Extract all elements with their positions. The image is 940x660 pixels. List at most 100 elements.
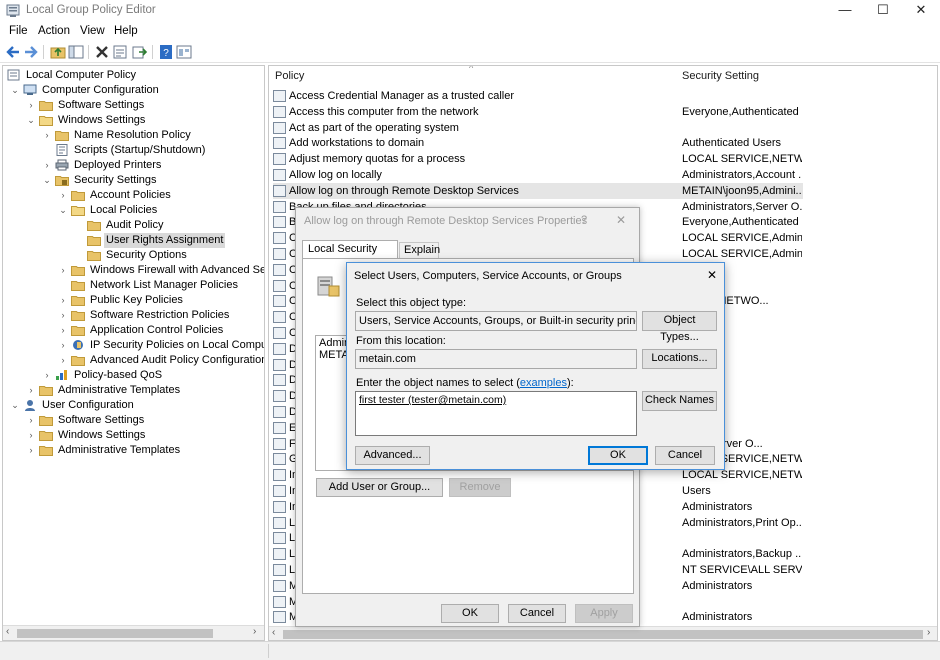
check-names-button[interactable]: Check Names (642, 391, 717, 411)
location-field: metain.com (355, 349, 637, 369)
scroll-left-icon[interactable]: ‹ (6, 626, 9, 637)
menu-bar: File Action View Help (0, 22, 940, 41)
tree-item-label: Administrative Templates (58, 444, 181, 456)
security-setting-value: Administrators (682, 579, 753, 592)
collapse-chevron-icon[interactable]: ⌄ (10, 83, 20, 98)
policy-setting-icon (273, 121, 286, 134)
collapse-chevron-icon[interactable]: ⌄ (26, 113, 36, 128)
object-names-textarea[interactable]: first tester (tester@metain.com) (355, 391, 637, 436)
expand-chevron-icon[interactable]: › (58, 308, 68, 323)
tree-item-label: Advanced Audit Policy Configuration (90, 354, 265, 366)
toolbar-separator (43, 45, 44, 59)
expand-chevron-icon[interactable]: › (26, 413, 36, 428)
expand-chevron-icon[interactable]: › (58, 353, 68, 368)
toolbar-separator (152, 45, 153, 59)
scrollbar-thumb[interactable] (17, 629, 213, 638)
policy-setting-icon (273, 469, 286, 482)
properties-apply-button[interactable]: Apply (575, 604, 633, 623)
menu-view[interactable]: View (80, 25, 105, 37)
tree-item-label: Application Control Policies (90, 324, 224, 336)
select-ok-button[interactable]: OK (588, 446, 648, 465)
tree-item-label: Software Settings (58, 414, 145, 426)
properties-cancel-button[interactable]: Cancel (508, 604, 566, 623)
show-hide-tree-icon[interactable] (68, 44, 84, 60)
expand-chevron-icon[interactable]: › (42, 128, 52, 143)
collapse-chevron-icon[interactable]: ⌄ (58, 203, 68, 218)
tree-horizontal-scrollbar[interactable]: ‹ › (3, 625, 264, 640)
expand-chevron-icon[interactable]: › (26, 383, 36, 398)
properties-icon[interactable] (112, 44, 128, 60)
add-user-or-group-button[interactable]: Add User or Group... (316, 478, 443, 497)
expand-chevron-icon[interactable]: › (42, 158, 52, 173)
scroll-left-icon[interactable]: ‹ (272, 627, 275, 638)
policy-setting-icon (273, 169, 286, 181)
expand-chevron-icon[interactable]: › (26, 428, 36, 443)
computer-policy-icon (7, 69, 21, 81)
collapse-chevron-icon[interactable]: ⌄ (42, 173, 52, 188)
help-icon[interactable]: ? (581, 214, 587, 226)
scroll-right-icon[interactable]: › (927, 627, 930, 638)
policy-setting-icon (273, 232, 286, 245)
help-book-icon[interactable]: ? (158, 44, 174, 60)
locations-button[interactable]: Locations... (642, 349, 717, 369)
expand-chevron-icon[interactable]: › (58, 323, 68, 338)
object-name-entry[interactable]: first tester (tester@metain.com) (359, 394, 506, 406)
remove-button[interactable]: Remove (449, 478, 511, 497)
policy-setting-icon (273, 184, 286, 197)
expand-chevron-icon[interactable]: › (26, 98, 36, 113)
menu-action[interactable]: Action (38, 25, 70, 37)
scrollbar-thumb[interactable] (283, 630, 923, 639)
ipsec-icon (71, 339, 85, 351)
folder-icon (71, 279, 85, 291)
expand-chevron-icon[interactable]: › (42, 368, 52, 383)
security-setting-value: LOCAL SERVICE,NETWO... (682, 153, 802, 166)
expand-chevron-icon[interactable]: › (26, 443, 36, 458)
close-window-button[interactable]: ✕ (902, 0, 940, 22)
tab-explain[interactable]: Explain (399, 242, 440, 259)
properties-ok-button[interactable]: OK (441, 604, 499, 623)
select-dialog-close-button[interactable]: ✕ (707, 268, 717, 282)
expand-chevron-icon[interactable]: › (58, 263, 68, 278)
expand-chevron-icon[interactable]: › (58, 293, 68, 308)
tree-item-label: Network List Manager Policies (90, 279, 238, 291)
security-setting-value (682, 594, 802, 610)
folder-icon (71, 264, 85, 276)
policy-name: Access Credential Manager as a trusted c… (289, 90, 514, 102)
computer-icon (23, 84, 37, 96)
minimize-button[interactable]: — (826, 0, 864, 22)
policy-setting-icon (273, 137, 286, 150)
object-type-label: Select this object type: (356, 297, 467, 309)
examples-link[interactable]: examples (520, 377, 567, 389)
properties-close-button[interactable]: ✕ (616, 213, 626, 227)
expand-chevron-icon[interactable]: › (58, 188, 68, 203)
policy-name: Allow log on locally (289, 169, 382, 181)
toolbar: ? (0, 41, 940, 63)
policy-setting-icon (273, 279, 286, 292)
tab-local-security-setting[interactable]: Local Security Setting (302, 240, 398, 272)
menu-file[interactable]: File (9, 25, 28, 37)
menu-help[interactable]: Help (114, 25, 138, 37)
security-setting-value (682, 88, 802, 104)
mmc-view-icon[interactable] (176, 44, 192, 60)
export-list-icon[interactable] (132, 44, 148, 60)
expand-chevron-icon[interactable]: › (58, 338, 68, 353)
group-policy-app-icon (6, 4, 20, 17)
object-types-button[interactable]: Object Types... (642, 311, 717, 343)
scroll-right-icon[interactable]: › (253, 626, 256, 637)
object-type-field: Users, Service Accounts, Groups, or Buil… (355, 311, 637, 331)
advanced-button[interactable]: Advanced... (355, 446, 430, 465)
up-folder-icon[interactable] (50, 44, 66, 60)
security-setting-value: Everyone,Authenticated ... (682, 105, 802, 118)
collapse-chevron-icon[interactable]: ⌄ (10, 398, 20, 413)
column-header-security-setting[interactable]: Security Setting (682, 70, 759, 82)
column-header-policy[interactable]: Policy (275, 70, 304, 82)
maximize-button[interactable]: ☐ (864, 0, 902, 22)
select-cancel-button[interactable]: Cancel (655, 446, 715, 465)
tree-item-label: Computer Configuration (42, 84, 159, 96)
horizontal-scrollbar[interactable]: ‹ › (269, 626, 937, 640)
delete-x-icon[interactable] (94, 44, 110, 60)
policy-setting-icon (273, 342, 286, 355)
back-arrow-icon[interactable] (5, 44, 21, 60)
forward-arrow-icon[interactable] (23, 44, 39, 60)
folder-icon (87, 234, 101, 246)
